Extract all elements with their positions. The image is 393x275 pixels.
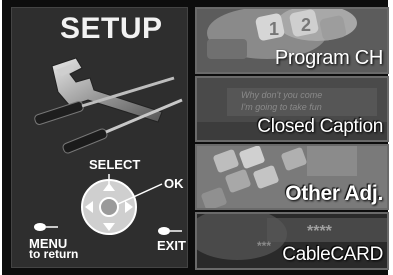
caption-sample-line: I'm going to take fun (241, 102, 322, 112)
menu-item-closed-caption[interactable]: Why don't you come I'm going to take fun… (195, 76, 389, 142)
setup-panel: SETUP SELECT OK MENU to return EXIT (11, 7, 188, 268)
menu-item-label: Program CH (274, 47, 383, 69)
remote-controls-illustration (34, 174, 182, 235)
menu-item-label: Other Adj. (285, 182, 383, 205)
select-label: SELECT (89, 157, 141, 172)
tv-screen: SETUP SELECT OK MENU to return EXIT 1 2 … (0, 0, 393, 275)
ok-label: OK (164, 176, 184, 191)
menu-item-cablecard[interactable]: **** *** CableCARD (195, 212, 389, 270)
svg-text:****: **** (307, 223, 333, 240)
dpad-icon (81, 174, 163, 235)
svg-text:***: *** (257, 239, 271, 253)
exit-label: EXIT (157, 238, 186, 253)
menu-item-program-ch[interactable]: 1 2 Program CH (195, 7, 389, 74)
menu-frame: SETUP SELECT OK MENU to return EXIT 1 2 … (2, 0, 389, 275)
menu-button-icon (34, 223, 58, 231)
caption-sample-line: Why don't you come (241, 90, 323, 100)
return-label: to return (29, 247, 79, 261)
menu-item-label: Closed Caption (257, 116, 383, 137)
menu-item-other-adj[interactable]: Other Adj. (195, 144, 389, 210)
svg-text:1: 1 (269, 19, 279, 39)
menu-item-label: CableCARD (282, 244, 383, 265)
exit-button-icon (158, 227, 182, 235)
svg-text:2: 2 (301, 15, 311, 35)
